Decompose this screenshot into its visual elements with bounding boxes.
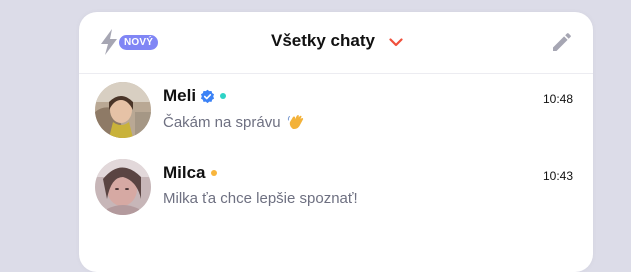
chat-list-panel: NOVÝ Všetky chaty Meli 10:48 Čakám na sp…: [79, 12, 593, 272]
avatar: [95, 82, 151, 138]
contact-name: Meli: [163, 86, 197, 105]
last-message: Čakám na správu: [163, 113, 305, 131]
chat-name-line: Meli: [163, 86, 227, 106]
chevron-down-icon: [389, 38, 403, 47]
avatar: [95, 159, 151, 215]
chat-item-milca[interactable]: Milca 10:43 Milka ťa chce lepšie spoznať…: [79, 159, 593, 221]
chat-name-line: Milca: [163, 163, 217, 183]
chat-item-meli[interactable]: Meli 10:48 Čakám na správu: [79, 82, 593, 144]
chat-time: 10:43: [542, 169, 573, 183]
page-title: Všetky chaty: [271, 31, 375, 50]
contact-name: Milca: [163, 163, 206, 182]
last-message-text: Milka ťa chce lepšie spoznať!: [163, 190, 358, 207]
new-badge[interactable]: NOVÝ: [119, 35, 159, 50]
lightning-icon[interactable]: [99, 28, 119, 56]
chat-time: 10:48: [542, 92, 573, 106]
last-message: Milka ťa chce lepšie spoznať!: [163, 190, 358, 207]
verified-icon: [201, 89, 215, 103]
online-status-dot: [220, 93, 227, 99]
pencil-icon[interactable]: [550, 30, 574, 54]
waving-hand-icon: [287, 115, 303, 130]
last-message-text: Čakám na správu: [163, 113, 281, 131]
chat-list-header: NOVÝ Všetky chaty: [79, 12, 593, 74]
away-status-dot: [210, 170, 217, 176]
chat-filter-dropdown[interactable]: Všetky chaty: [271, 31, 403, 51]
